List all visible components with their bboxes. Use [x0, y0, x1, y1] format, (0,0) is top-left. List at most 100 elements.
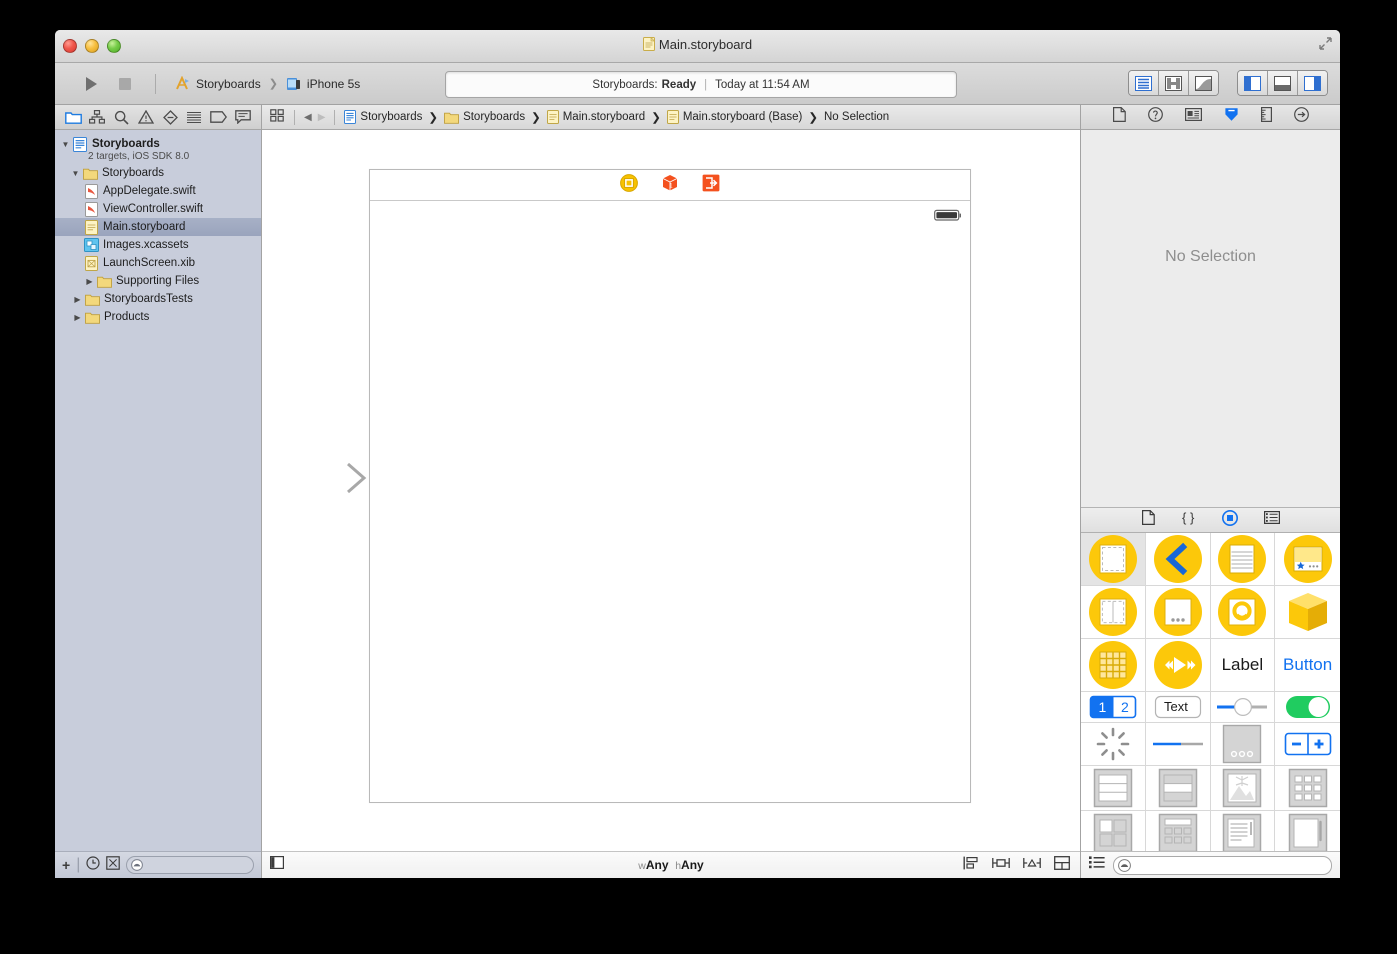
stack-button[interactable] [1054, 855, 1070, 875]
breadcrumb-item-folder[interactable]: Storyboards [444, 111, 525, 124]
issue-navigator-tab[interactable] [137, 108, 155, 126]
utilities-toggle-button[interactable] [1298, 71, 1327, 95]
library-item-text-view[interactable] [1210, 811, 1276, 851]
find-navigator-tab[interactable] [113, 108, 131, 126]
library-item-object[interactable] [1275, 586, 1340, 639]
project-file-tree[interactable]: ▼ Storyboards 2 targets, iOS SDK 8.0 ▼ S… [55, 130, 261, 851]
align-button[interactable] [963, 856, 979, 875]
twisty-right-icon[interactable]: ▶ [71, 295, 84, 304]
report-navigator-tab[interactable] [234, 108, 252, 126]
code-snippet-library-tab[interactable]: { } [1181, 510, 1196, 530]
version-editor-button[interactable] [1189, 71, 1218, 95]
library-item-glkit-view-controller[interactable] [1081, 639, 1146, 692]
library-item-table-view-controller[interactable] [1210, 533, 1276, 586]
quick-help-inspector-tab[interactable] [1147, 107, 1163, 127]
library-item-avkit-player-view-controller[interactable] [1145, 639, 1211, 692]
test-navigator-tab[interactable] [161, 108, 179, 126]
recent-files-filter-icon[interactable] [86, 855, 100, 875]
library-item-switch[interactable] [1275, 692, 1340, 723]
library-item-table-view[interactable] [1081, 766, 1146, 811]
breadcrumb-item-storyboard[interactable]: Main.storyboard [546, 110, 645, 124]
library-item-collection-view-cell[interactable] [1145, 811, 1211, 851]
library-item-segmented-control[interactable]: 12 [1081, 692, 1146, 723]
library-item-button[interactable]: Button [1275, 639, 1340, 692]
tree-item-viewcontroller[interactable]: ViewController.swift [55, 200, 261, 218]
exit-icon[interactable] [702, 174, 720, 197]
library-item-image-view[interactable] [1210, 766, 1276, 811]
attributes-inspector-tab[interactable] [1224, 107, 1239, 127]
library-list-toggle-icon[interactable] [1089, 856, 1105, 874]
breadcrumb-item-storyboard-base[interactable]: Main.storyboard (Base) [666, 110, 802, 124]
object-library-grid[interactable]: Label Button 12 Text [1081, 533, 1340, 851]
media-library-tab[interactable] [1263, 511, 1280, 529]
fullscreen-icon[interactable] [1319, 37, 1332, 55]
navigator-filter-field[interactable] [126, 856, 254, 874]
project-navigator-tab[interactable] [64, 108, 82, 126]
library-item-page-control[interactable] [1210, 723, 1276, 766]
library-item-label[interactable]: Label [1210, 639, 1276, 692]
library-item-navigation-controller[interactable] [1145, 533, 1211, 586]
library-item-stepper[interactable] [1275, 723, 1340, 766]
pin-button[interactable] [992, 856, 1010, 875]
library-item-progress-view[interactable] [1145, 723, 1211, 766]
tree-item-supporting-files[interactable]: ▶ Supporting Files [55, 272, 261, 290]
library-item-collection-view-controller[interactable] [1210, 586, 1276, 639]
tree-item-launchscreen-xib[interactable]: LaunchScreen.xib [55, 254, 261, 272]
file-inspector-tab[interactable] [1112, 107, 1126, 127]
tree-item-storyboards-group[interactable]: ▼ Storyboards [55, 164, 261, 182]
breakpoint-navigator-tab[interactable] [210, 108, 228, 126]
view-controller-view[interactable] [370, 201, 970, 801]
view-controller-icon[interactable] [620, 173, 638, 197]
assistant-editor-button[interactable] [1159, 71, 1189, 95]
size-inspector-tab[interactable] [1260, 107, 1272, 127]
view-toggles-segmented-control[interactable] [1237, 70, 1328, 96]
connections-inspector-tab[interactable] [1293, 107, 1309, 127]
debug-area-toggle-button[interactable] [1268, 71, 1298, 95]
resolve-issues-button[interactable] [1023, 856, 1041, 875]
library-filter-field[interactable] [1113, 855, 1332, 875]
tree-item-appdelegate[interactable]: AppDelegate.swift [55, 182, 261, 200]
library-item-collection-view[interactable] [1275, 766, 1340, 811]
symbol-navigator-tab[interactable] [88, 108, 106, 126]
source-control-filter-icon[interactable] [106, 855, 121, 875]
library-item-view-controller[interactable] [1081, 533, 1146, 586]
scheme-selector[interactable]: Storyboards ❯ iPhone 5s [174, 75, 360, 92]
tree-item-main-storyboard[interactable]: Main.storyboard [55, 218, 261, 236]
library-item-slider[interactable] [1210, 692, 1276, 723]
forward-button[interactable]: ▶ [318, 112, 326, 123]
breadcrumb-item-project[interactable]: Storyboards [344, 110, 422, 124]
twisty-down-icon[interactable]: ▼ [59, 140, 72, 149]
storyboard-canvas[interactable]: 1 [262, 130, 1080, 851]
related-items-icon[interactable] [270, 109, 285, 125]
editor-mode-segmented-control[interactable] [1128, 70, 1219, 96]
tree-item-products[interactable]: ▶ Products [55, 308, 261, 326]
size-class-indicator[interactable]: wAny hAny [262, 858, 1080, 872]
run-button[interactable] [79, 73, 103, 95]
navigator-filter-bar: + | [55, 851, 261, 878]
library-item-activity-indicator[interactable] [1081, 723, 1146, 766]
library-item-collection-reusable-view[interactable] [1081, 811, 1146, 851]
stop-button[interactable] [113, 73, 137, 95]
library-item-text-field[interactable]: Text [1145, 692, 1211, 723]
tree-item-images-xcassets[interactable]: Images.xcassets [55, 236, 261, 254]
twisty-right-icon[interactable]: ▶ [83, 277, 96, 286]
standard-editor-button[interactable] [1129, 71, 1159, 95]
breadcrumb-item-selection[interactable]: No Selection [824, 111, 889, 123]
library-item-page-view-controller[interactable] [1145, 586, 1211, 639]
add-file-button[interactable]: + [62, 857, 70, 873]
navigator-toggle-button[interactable] [1238, 71, 1268, 95]
file-template-library-tab[interactable] [1141, 510, 1155, 530]
back-button[interactable]: ◀ [304, 112, 312, 123]
twisty-down-icon[interactable]: ▼ [69, 169, 82, 178]
view-controller-scene[interactable]: 1 [369, 169, 971, 803]
twisty-right-icon[interactable]: ▶ [71, 313, 84, 322]
first-responder-icon[interactable]: 1 [660, 173, 680, 197]
library-item-split-view-controller[interactable] [1081, 586, 1146, 639]
library-item-table-view-cell[interactable] [1145, 766, 1211, 811]
debug-navigator-tab[interactable] [185, 108, 203, 126]
library-item-tab-bar-controller[interactable] [1275, 533, 1340, 586]
object-library-tab[interactable] [1221, 509, 1238, 531]
identity-inspector-tab[interactable] [1184, 108, 1202, 126]
tree-item-storyboardstests[interactable]: ▶ StoryboardsTests [55, 290, 261, 308]
library-item-scroll-view[interactable] [1275, 811, 1340, 851]
